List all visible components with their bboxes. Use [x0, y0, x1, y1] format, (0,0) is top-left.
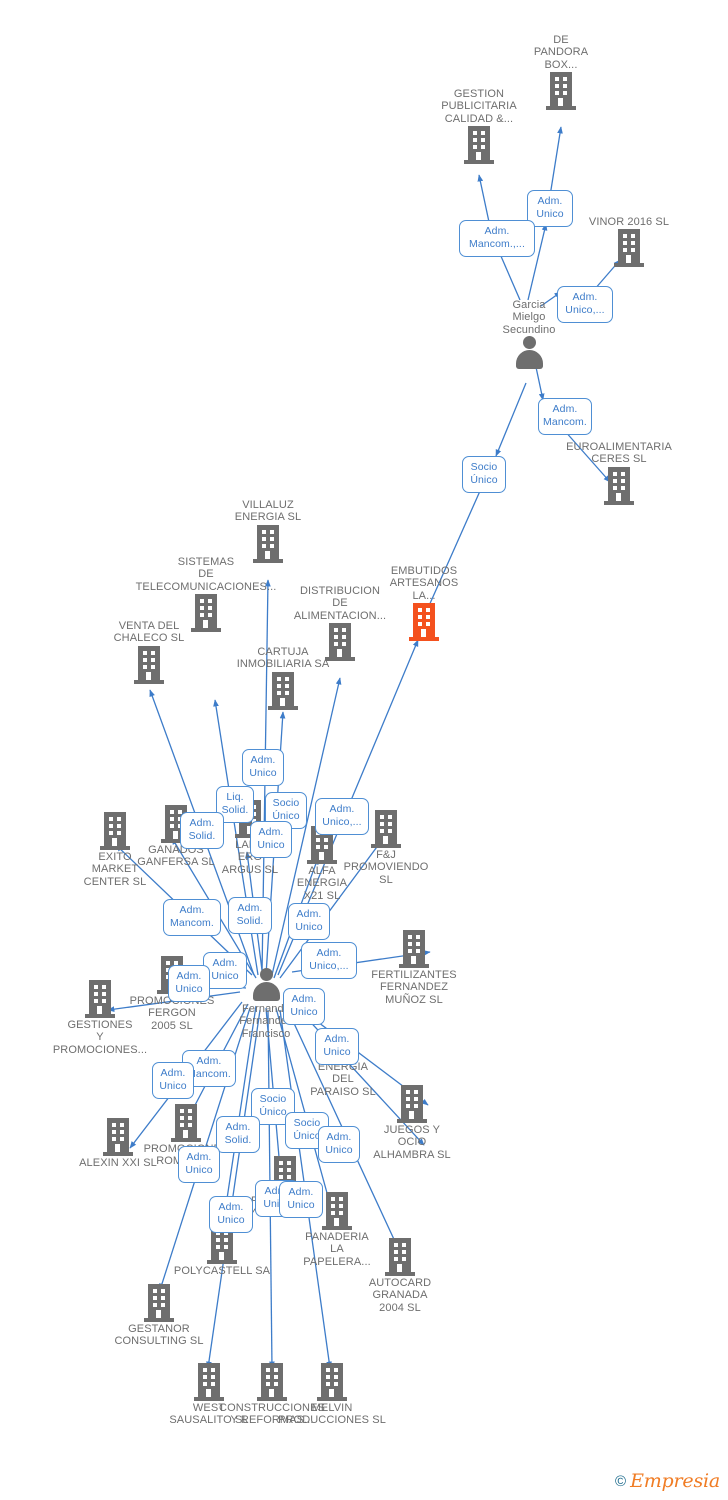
building-icon	[336, 1238, 464, 1276]
building-icon	[95, 1284, 223, 1322]
relation-label[interactable]: Adm. Mancom.	[538, 398, 592, 435]
node-label: VENTA DEL CHALECO SL	[113, 620, 185, 645]
relation-label[interactable]: Adm. Unico,...	[557, 286, 613, 323]
relation-label[interactable]: Adm. Unico	[250, 821, 292, 858]
node-autocard-granada-2004-sl[interactable]: AUTOCARD GRANADA 2004 SL	[336, 1238, 464, 1314]
relation-label[interactable]: Adm. Mancom.	[163, 899, 221, 936]
node-label: VILLALUZ ENERGIA SL	[234, 499, 302, 524]
node-label: GESTION PUBLICITARIA CALIDAD &...	[441, 88, 517, 125]
node-venta-del-chaleco-sl[interactable]: VENTA DEL CHALECO SL	[85, 620, 213, 684]
relation-label[interactable]: Adm. Unico	[152, 1062, 194, 1099]
relation-label[interactable]: Adm. Mancom.,...	[459, 220, 535, 257]
relation-label[interactable]: Adm. Unico	[178, 1146, 220, 1183]
node-label: GESTANOR CONSULTING SL	[114, 1323, 204, 1348]
node-gestanor-consulting-sl[interactable]: GESTANOR CONSULTING SL	[95, 1284, 223, 1348]
node-juegos-y-ocio-alhambra-sl[interactable]: JUEGOS Y OCIO ALHAMBRA SL	[348, 1085, 476, 1161]
building-icon	[555, 466, 683, 505]
building-icon	[565, 229, 693, 268]
relation-label[interactable]: Adm. Unico	[209, 1196, 253, 1233]
node-label: MELVIN PRODUCCIONES SL	[278, 1402, 386, 1427]
node-label: JUEGOS Y OCIO ALHAMBRA SL	[373, 1124, 451, 1161]
node-villaluz-energia-sl[interactable]: VILLALUZ ENERGIA SL	[204, 499, 332, 563]
building-icon	[350, 930, 478, 968]
relation-label[interactable]: Adm. Unico	[288, 903, 330, 940]
relation-label[interactable]: Adm. Unico	[168, 965, 210, 1002]
watermark: © Empresia	[615, 1470, 720, 1492]
brand-name: Empresia	[630, 1470, 720, 1492]
building-icon	[348, 1085, 476, 1123]
network-graph-canvas[interactable]: DE PANDORA BOX... GESTION PUBLICITARIA C…	[0, 0, 728, 1500]
building-icon	[257, 1363, 407, 1401]
relation-label[interactable]: Adm. Unico	[318, 1126, 360, 1163]
node-label: SISTEMAS DE TELECOMUNICACIONES...	[135, 556, 277, 593]
relation-label[interactable]: Adm. Unico	[527, 190, 573, 227]
node-polycastell-sa[interactable]: POLYCASTELL SA	[158, 1226, 286, 1277]
relation-label[interactable]: Adm. Unico	[283, 988, 325, 1025]
relation-label[interactable]: Adm. Unico	[279, 1181, 323, 1218]
relation-label[interactable]: Adm. Unico	[242, 749, 284, 786]
node-fertilizantes-fernandez-munoz-sl[interactable]: FERTILIZANTES FERNANDEZ MUÑOZ SL	[350, 930, 478, 1006]
copyright-symbol: ©	[615, 1472, 627, 1490]
node-label: VINOR 2016 SL	[588, 216, 670, 228]
node-label: DE PANDORA BOX...	[533, 34, 589, 71]
node-label: CARTUJA INMOBILIARIA SA	[236, 646, 330, 671]
node-melvin-producciones-sl[interactable]: MELVIN PRODUCCIONES SL	[257, 1363, 407, 1427]
relation-label[interactable]: Adm. Unico	[315, 1028, 359, 1065]
node-label: POLYCASTELL SA	[173, 1265, 271, 1277]
relation-label[interactable]: Adm. Solid.	[216, 1116, 260, 1153]
building-icon	[415, 126, 543, 165]
relation-label[interactable]: Adm. Unico,...	[315, 798, 369, 835]
node-vinor-2016-sl[interactable]: VINOR 2016 SL	[565, 216, 693, 268]
node-label: DISTRIBUCION DE ALIMENTACION...	[293, 585, 387, 622]
node-label: AUTOCARD GRANADA 2004 SL	[368, 1277, 432, 1314]
relation-label[interactable]: Socio Único	[462, 456, 506, 493]
node-cartuja-inmobiliaria-sa[interactable]: CARTUJA INMOBILIARIA SA	[219, 646, 347, 710]
node-euroalimentaria-ceres-sl[interactable]: EUROALIMENTARIA CERES SL	[555, 441, 683, 505]
relation-label[interactable]: Adm. Unico,...	[301, 942, 357, 979]
node-label: FERTILIZANTES FERNANDEZ MUÑOZ SL	[371, 969, 457, 1006]
node-label: EUROALIMENTARIA CERES SL	[566, 441, 672, 466]
node-gestion-publicitaria-calidad[interactable]: GESTION PUBLICITARIA CALIDAD &...	[415, 88, 543, 165]
building-icon	[85, 645, 213, 684]
building-icon	[219, 671, 347, 710]
relation-label[interactable]: Adm. Solid.	[228, 897, 272, 934]
person-icon	[465, 336, 593, 370]
relation-label[interactable]: Adm. Solid.	[180, 812, 224, 849]
node-label: F&J PROMOVIENDO SL	[343, 849, 429, 886]
